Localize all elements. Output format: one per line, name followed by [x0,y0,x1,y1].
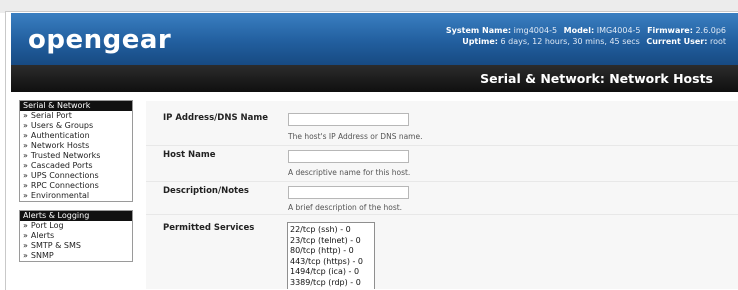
current-user-value: root [709,37,726,46]
sidebar-item-label: Port Log [30,221,64,230]
permitted-services-listbox[interactable]: 22/tcp (ssh) - 0 23/tcp (telnet) - 0 80/… [287,222,375,289]
service-option-telnet[interactable]: 23/tcp (telnet) - 0 [290,236,372,247]
firmware-label: Firmware: [647,26,693,35]
description-help: A brief description of the host. [288,203,403,212]
uptime-value: 6 days, 12 hours, 30 mins, 45 secs [500,37,640,46]
sidebar-item-rpc-connections[interactable]: » RPC Connections [20,181,132,191]
nav-section-title: Serial & Network [20,101,132,111]
arrow-icon: » [23,131,28,140]
arrow-icon: » [23,241,28,250]
system-name-label: System Name: [445,26,512,35]
arrow-icon: » [23,151,28,160]
sidebar-item-authentication[interactable]: » Authentication [20,131,132,141]
title-bar: Serial & Network: Network Hosts [11,65,738,92]
host-name-help: A descriptive name for this host. [288,168,411,177]
service-option-ica[interactable]: 1494/tcp (ica) - 0 [290,267,372,278]
sidebar-item-ups-connections[interactable]: » UPS Connections [20,171,132,181]
sidebar-item-label: Network Hosts [30,141,90,150]
arrow-icon: » [23,251,28,260]
ip-address-help: The host's IP Address or DNS name. [288,132,423,141]
sidebar-item-label: Users & Groups [30,121,94,130]
model-label: Model: [563,26,595,35]
ip-address-row: IP Address/DNS Name The host's IP Addres… [146,101,738,145]
app-header: opengear System Name: img4004-5 Model: I… [11,13,738,65]
sidebar-item-users-groups[interactable]: » Users & Groups [20,121,132,131]
sidebar-item-label: Alerts [30,231,55,240]
description-label: Description/Notes [163,186,249,196]
sidebar-item-label: RPC Connections [30,181,99,190]
arrow-icon: » [23,121,28,130]
opengear-logo: opengear [28,25,172,55]
sidebar-item-label: SMTP & SMS [30,241,81,250]
arrow-icon: » [23,111,28,120]
system-name-value: img4004-5 [513,26,558,35]
arrow-icon: » [23,221,28,230]
permitted-services-row: Permitted Services [146,215,738,289]
sidebar-item-cascaded-ports[interactable]: » Cascaded Ports [20,161,132,171]
sidebar-item-serial-port[interactable]: » Serial Port [20,111,132,121]
sidebar-item-label: Authentication [30,131,90,140]
service-option-http[interactable]: 80/tcp (http) - 0 [290,246,372,257]
uptime-label: Uptime: [462,37,498,46]
arrow-icon: » [23,161,28,170]
description-input[interactable] [288,186,409,199]
arrow-icon: » [23,181,28,190]
sidebar-item-label: Trusted Networks [30,151,101,160]
firmware-value: 2.6.0p6 [695,26,726,35]
ip-address-input[interactable] [288,113,409,126]
host-name-label: Host Name [163,150,216,160]
arrow-icon: » [23,191,28,200]
sidebar-item-label: UPS Connections [30,171,99,180]
sidebar-item-label: Environmental [30,191,90,200]
sidebar-item-label: SNMP [30,251,54,260]
service-option-https[interactable]: 443/tcp (https) - 0 [290,257,372,268]
system-info-line-2: Uptime: 6 days, 12 hours, 30 mins, 45 se… [446,36,726,47]
arrow-icon: » [23,231,28,240]
nav-section-title: Alerts & Logging [20,211,132,221]
model-value: IMG4004-5 [596,26,641,35]
sidebar-item-smtp-sms[interactable]: » SMTP & SMS [20,241,132,251]
arrow-icon: » [23,141,28,150]
sidebar: Serial & Network » Serial Port » Users & G… [19,100,133,270]
sidebar-item-label: Cascaded Ports [30,161,93,170]
permitted-services-label: Permitted Services [163,223,255,233]
service-option-ssh[interactable]: 22/tcp (ssh) - 0 [290,225,372,236]
system-info-line-1: System Name: img4004-5 Model: IMG4004-5 … [446,25,726,36]
sidebar-item-port-log[interactable]: » Port Log [20,221,132,231]
arrow-icon: » [23,171,28,180]
host-name-row: Host Name A descriptive name for this ho… [146,146,738,181]
sidebar-item-environmental[interactable]: » Environmental [20,191,132,201]
nav-section-alerts-logging: Alerts & Logging » Port Log » Alerts » SMTP… [19,210,133,262]
host-name-input[interactable] [288,150,409,163]
sidebar-item-snmp[interactable]: » SNMP [20,251,132,261]
service-option-rdp[interactable]: 3389/tcp (rdp) - 0 [290,278,372,289]
network-host-form: IP Address/DNS Name The host's IP Addres… [146,101,738,289]
sidebar-item-network-hosts[interactable]: » Network Hosts [20,141,132,151]
nav-section-serial-network: Serial & Network » Serial Port » Users & G… [19,100,133,202]
sidebar-item-trusted-networks[interactable]: » Trusted Networks [20,151,132,161]
page-title: Serial & Network: Network Hosts [480,71,713,86]
system-info: System Name: img4004-5 Model: IMG4004-5 … [446,25,726,47]
description-row: Description/Notes A brief description of… [146,182,738,214]
sidebar-item-alerts[interactable]: » Alerts [20,231,132,241]
sidebar-item-label: Serial Port [30,111,72,120]
current-user-label: Current User: [646,37,708,46]
ip-address-label: IP Address/DNS Name [163,113,269,123]
